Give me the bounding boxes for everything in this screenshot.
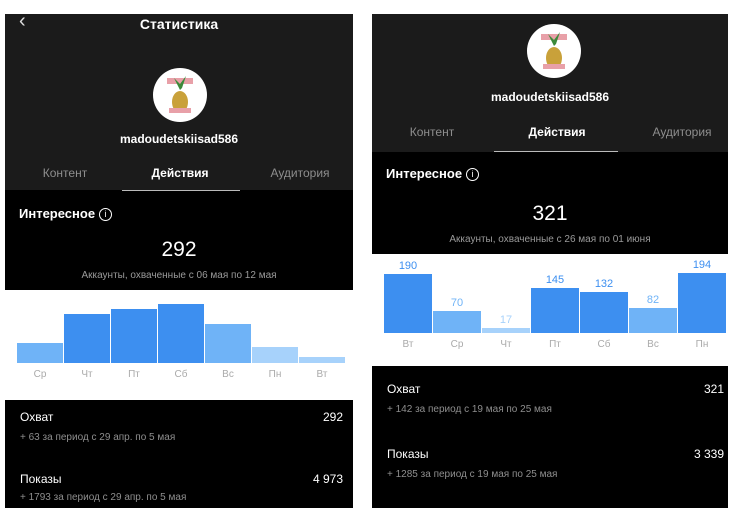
reach-bar-chart: Ср Чт Пт Сб Вс Пн Вт [5,290,353,400]
x-tick-label: Ср [450,339,464,350]
bar-0 [384,274,432,333]
bar-4 [205,324,251,363]
bar-0 [17,343,63,363]
tab-audience[interactable]: Аудитория [637,125,727,139]
reach-value: 321 [703,382,724,396]
section-title-text: Интересное [19,206,96,221]
bar-1 [433,311,481,333]
profile-header: ‹ Статистика madoudetskiisad586 Контент … [5,14,353,191]
reach-bar-chart: Вт 190 Ср 70 Чт 17 Пт 145 Сб 132 Вс 82 Пн 194 [372,254,728,366]
bar-5 [252,347,298,363]
reach-label: Охват [387,382,421,396]
value-label: 132 [594,278,614,290]
bar-2 [111,309,157,363]
pineapple-avatar-image [541,32,567,69]
x-tick-label: Пт [549,339,561,350]
bar-2 [482,328,530,333]
active-tab-indicator [494,151,618,152]
impressions-delta: + 1793 за период с 29 апр. по 5 мая [20,492,187,503]
page-title: Статистика [139,16,219,32]
value-label: 82 [646,294,660,306]
reach-delta: + 63 за период с 29 апр. по 5 мая [20,432,176,443]
x-tick-label: Сб [174,369,188,380]
x-tick-label: Вт [402,339,414,350]
tab-content[interactable]: Контент [20,166,110,180]
impressions-label: Показы [387,447,429,461]
x-tick-label: Чт [500,339,512,350]
bar-4 [580,292,628,333]
avatar[interactable] [527,24,581,78]
x-tick-label: Вт [316,369,328,380]
tab-actions[interactable]: Действия [130,166,230,180]
x-tick-label: Сб [597,339,611,350]
reach-count: 321 [532,202,568,225]
value-label: 145 [545,274,565,286]
impressions-value: 3 339 [693,447,724,461]
profile-header: madoudetskiisad586 Контент Действия Ауди… [372,14,728,152]
username: madoudetskiisad586 [119,132,239,146]
bar-5 [629,308,677,333]
impressions-value: 4 973 [312,472,343,486]
left-screenshot: ‹ Статистика madoudetskiisad586 Контент … [5,14,353,508]
impressions-delta: + 1285 за период с 19 мая по 25 мая [387,469,558,480]
value-label: 70 [450,297,464,309]
impressions-label: Показы [20,472,62,486]
reach-label: Охват [20,410,54,424]
username: madoudetskiisad586 [490,90,610,104]
section-title-text: Интересное [386,166,463,181]
x-tick-label: Пн [695,339,709,350]
tab-actions[interactable]: Действия [507,125,607,139]
value-label: 17 [499,314,513,326]
bar-6 [678,273,726,333]
tab-audience[interactable]: Аудитория [255,166,345,180]
bar-1 [64,314,110,363]
reach-subtitle: Аккаунты, охваченные с 26 мая по 01 июня [449,234,651,245]
x-tick-label: Ср [33,369,47,380]
x-tick-label: Пт [128,369,140,380]
value-label: 190 [398,260,418,272]
value-label: 194 [692,259,712,271]
reach-subtitle: Аккаунты, охваченные с 06 мая по 12 мая [81,270,277,281]
info-icon[interactable]: i [99,208,113,221]
x-tick-label: Вс [647,339,659,350]
reach-value: 292 [322,410,343,424]
section-title: Интересное i [386,166,480,181]
reach-delta: + 142 за период с 19 мая по 25 мая [387,404,552,415]
info-icon[interactable]: i [466,168,480,181]
bar-3 [531,288,579,333]
bar-3 [158,304,204,363]
section-title: Интересное i [19,206,113,221]
x-tick-label: Пн [268,369,282,380]
right-screenshot: madoudetskiisad586 Контент Действия Ауди… [372,14,728,508]
pineapple-avatar-image [167,76,193,113]
tab-content[interactable]: Контент [392,125,472,139]
avatar[interactable] [153,68,207,122]
active-tab-indicator [122,190,240,191]
bar-6 [299,357,345,363]
x-tick-label: Чт [81,369,93,380]
reach-count: 292 [161,238,197,261]
x-tick-label: Вс [222,369,234,380]
